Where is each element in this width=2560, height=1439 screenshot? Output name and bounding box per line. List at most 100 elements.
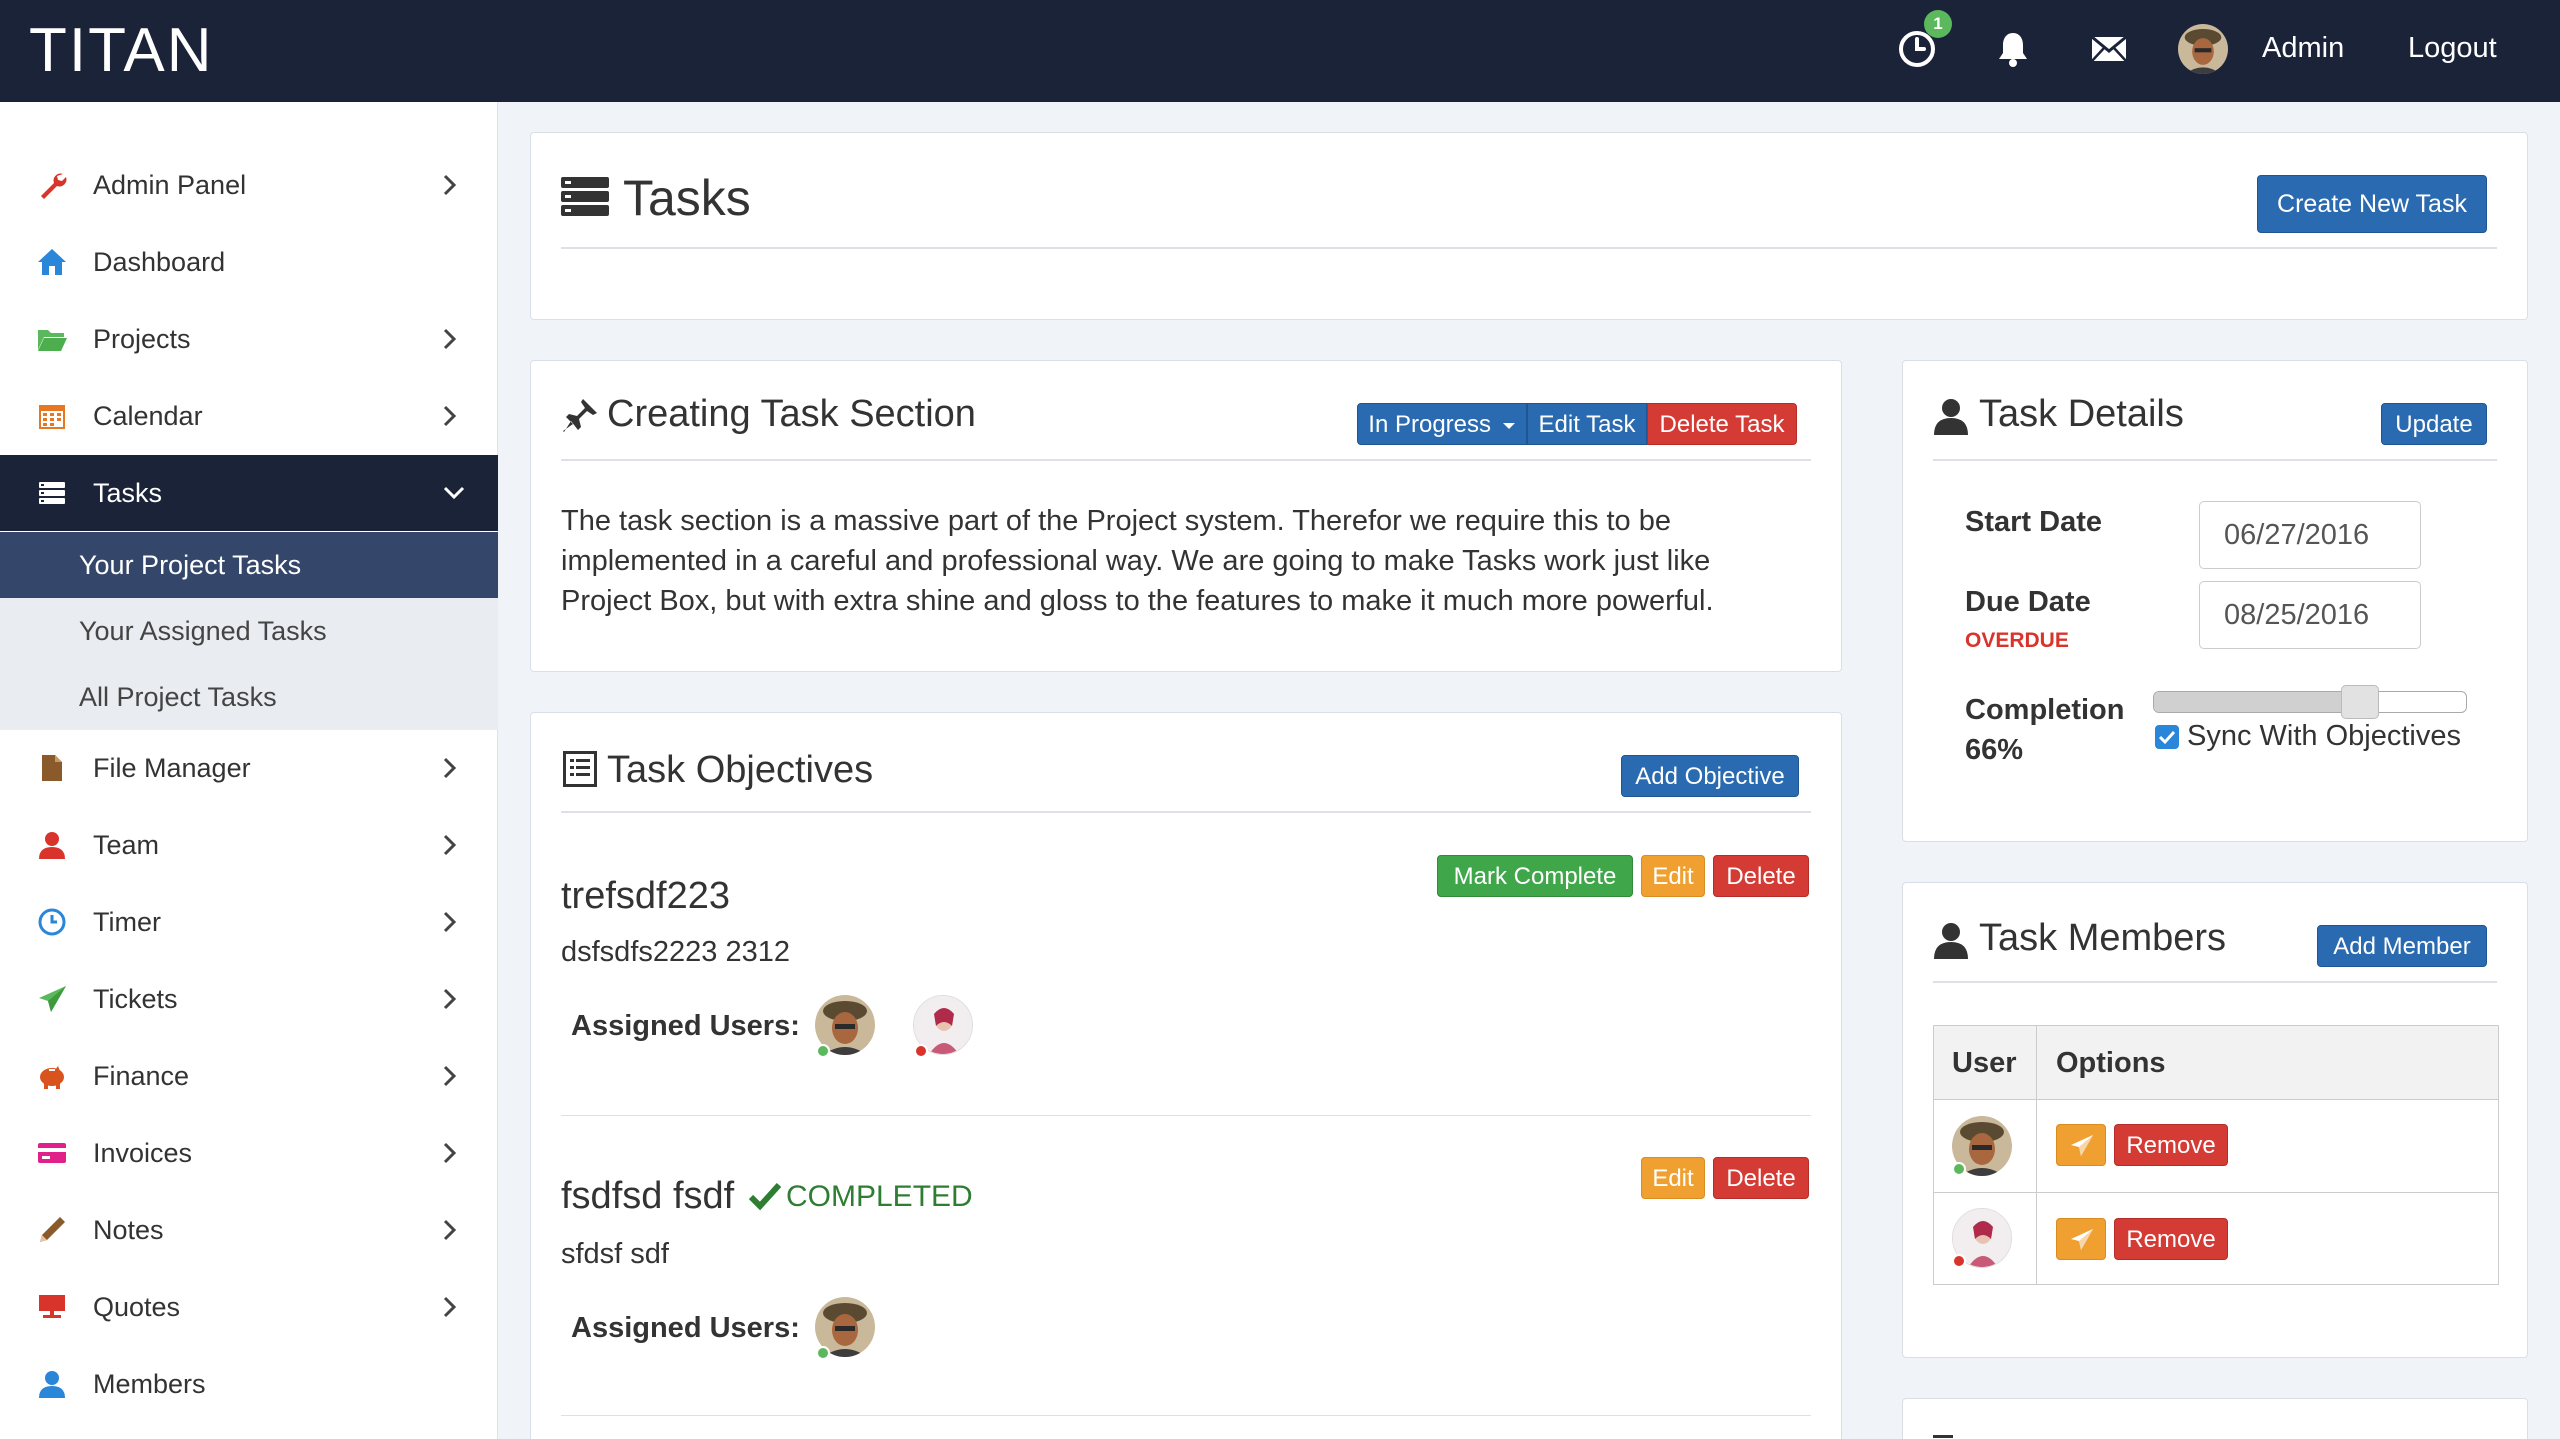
divider xyxy=(561,247,2497,249)
sidebar-item-tasks[interactable]: Tasks xyxy=(0,455,498,531)
mail-icon[interactable] xyxy=(2088,28,2130,70)
delete-objective-button[interactable]: Delete xyxy=(1713,855,1809,897)
user-avatar[interactable] xyxy=(2178,24,2228,74)
presentation-icon xyxy=(36,1291,68,1323)
top-navbar: TITAN 1 Admin Logout xyxy=(0,0,2560,102)
sidebar-item-calendar[interactable]: Calendar xyxy=(0,378,498,454)
delete-objective-button[interactable]: Delete xyxy=(1713,1157,1809,1199)
send-message-button[interactable] xyxy=(2056,1124,2106,1166)
timer-badge: 1 xyxy=(1924,10,1952,38)
sidebar-item-label: Quotes xyxy=(93,1292,181,1322)
status-label: In Progress xyxy=(1368,411,1492,438)
sidebar-item-label: Finance xyxy=(93,1061,190,1091)
sidebar-item-label: Tickets xyxy=(93,984,178,1014)
pencil-icon xyxy=(36,1214,68,1246)
sidebar-item-projects[interactable]: Projects xyxy=(0,301,498,377)
sidebar-item-file-manager[interactable]: File Manager xyxy=(0,730,498,806)
clock-icon xyxy=(36,906,68,938)
chevron-right-icon xyxy=(440,985,460,1013)
table-row: Remove xyxy=(1934,1100,2498,1193)
sidebar-item-members[interactable]: Members xyxy=(0,1346,498,1422)
calendar-icon xyxy=(36,400,68,432)
members-table: User Options Remove Remove xyxy=(1933,1025,2499,1285)
update-button[interactable]: Update xyxy=(2381,403,2487,445)
delete-task-button[interactable]: Delete Task xyxy=(1647,403,1797,445)
sidebar-item-label: Tasks xyxy=(93,478,163,508)
online-status-dot xyxy=(816,1346,830,1360)
sidebar-item-tickets[interactable]: Tickets xyxy=(0,961,498,1037)
offline-status-dot xyxy=(1952,1254,1966,1268)
completion-slider[interactable] xyxy=(2153,691,2467,713)
brand-logo[interactable]: TITAN xyxy=(29,16,214,86)
chevron-right-icon xyxy=(440,1062,460,1090)
sidebar-item-dashboard[interactable]: Dashboard xyxy=(0,224,498,300)
mark-complete-button[interactable]: Mark Complete xyxy=(1437,855,1633,897)
sidebar-item-team[interactable]: Team xyxy=(0,807,498,883)
chevron-right-icon xyxy=(440,171,460,199)
edit-task-button[interactable]: Edit Task xyxy=(1527,403,1647,445)
add-objective-button[interactable]: Add Objective xyxy=(1621,755,1799,797)
sidebar-subitem-your-project-tasks[interactable]: Your Project Tasks xyxy=(0,532,498,598)
sidebar-subitem-label: Your Assigned Tasks xyxy=(79,616,327,646)
sidebar-item-label: Notes xyxy=(93,1215,164,1245)
piggy-bank-icon xyxy=(36,1060,68,1092)
checkmark-icon xyxy=(749,1181,781,1211)
sidebar-item-label: Dashboard xyxy=(93,247,226,277)
assigned-users-label: Assigned Users: xyxy=(571,1312,800,1344)
chevron-right-icon xyxy=(440,325,460,353)
sidebar-subitem-label: Your Project Tasks xyxy=(79,550,302,580)
sidebar-item-timer[interactable]: Timer xyxy=(0,884,498,960)
wrench-icon xyxy=(36,169,68,201)
logout-link[interactable]: Logout xyxy=(2408,30,2497,66)
sidebar-item-invoices[interactable]: Invoices xyxy=(0,1115,498,1191)
create-new-task-button[interactable]: Create New Task xyxy=(2257,175,2487,233)
page-title: Tasks xyxy=(623,170,751,226)
user-icon xyxy=(36,1368,68,1400)
start-date-input[interactable]: 06/27/2016 xyxy=(2199,501,2421,569)
send-message-button[interactable] xyxy=(2056,1218,2106,1260)
sync-checkbox[interactable] xyxy=(2155,725,2179,749)
task-details-title: Task Details xyxy=(1979,393,2184,435)
edit-objective-button[interactable]: Edit xyxy=(1641,855,1705,897)
remove-member-button[interactable]: Remove xyxy=(2114,1218,2228,1260)
sidebar-subitem-all-project-tasks[interactable]: All Project Tasks xyxy=(0,664,498,730)
sidebar-item-notes[interactable]: Notes xyxy=(0,1192,498,1268)
objectives-title: Task Objectives xyxy=(607,749,874,791)
sidebar-subitem-your-assigned-tasks[interactable]: Your Assigned Tasks xyxy=(0,598,498,664)
divider xyxy=(1933,981,2497,983)
task-description-line: The task section is a massive part of th… xyxy=(561,505,1672,537)
pushpin-icon xyxy=(561,397,599,435)
column-header-user: User xyxy=(1952,1047,2017,1079)
completion-slider-handle[interactable] xyxy=(2341,685,2380,719)
user-name-link[interactable]: Admin xyxy=(2262,30,2344,66)
caret-down-icon xyxy=(1502,421,1516,431)
due-date-label: Due Date xyxy=(1965,586,2091,618)
user-icon xyxy=(1933,397,1969,435)
home-icon xyxy=(36,246,68,278)
table-row: Remove xyxy=(1934,1194,2498,1285)
bell-icon[interactable] xyxy=(1992,28,2034,70)
divider xyxy=(1933,459,2497,461)
divider xyxy=(561,1115,1811,1116)
add-member-button[interactable]: Add Member xyxy=(2317,925,2487,967)
sidebar-item-label: Members xyxy=(93,1369,206,1399)
page-header-panel: Tasks Create New Task xyxy=(530,132,2528,320)
task-details-panel: Task Details Update Start Date 06/27/201… xyxy=(1902,360,2528,842)
additional-panel xyxy=(1902,1398,2528,1439)
sidebar-item-admin-panel[interactable]: Admin Panel xyxy=(0,147,498,223)
objective-description: dsfsdfs2223 2312 xyxy=(561,936,790,968)
online-status-dot xyxy=(816,1044,830,1058)
file-icon xyxy=(36,752,68,784)
sidebar-item-quotes[interactable]: Quotes xyxy=(0,1269,498,1345)
task-members-title: Task Members xyxy=(1979,917,2227,959)
objective-title: trefsdf223 xyxy=(561,875,730,917)
due-date-input[interactable]: 08/25/2016 xyxy=(2199,581,2421,649)
sidebar-subitem-label: All Project Tasks xyxy=(79,682,277,712)
sidebar-item-finance[interactable]: Finance xyxy=(0,1038,498,1114)
column-header-options: Options xyxy=(2056,1047,2166,1079)
list-icon xyxy=(563,751,597,787)
remove-member-button[interactable]: Remove xyxy=(2114,1124,2228,1166)
status-dropdown-button[interactable]: In Progress xyxy=(1357,403,1527,445)
edit-objective-button[interactable]: Edit xyxy=(1641,1157,1705,1199)
task-title: Creating Task Section xyxy=(607,393,976,435)
